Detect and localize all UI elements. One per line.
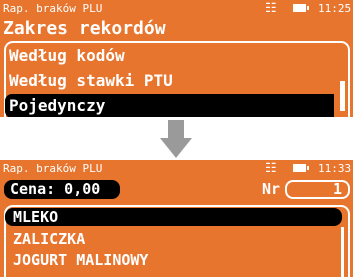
network-icon: ☷	[265, 161, 277, 176]
plu-list-item-mleko[interactable]: MLEKO	[5, 208, 342, 226]
status-bar: Rap. braków PLU ☷ 11:33	[0, 160, 353, 178]
plu-list-item-jogurt[interactable]: JOGURT MALINOWY	[13, 251, 335, 269]
menu-item-by-codes[interactable]: Według kodów	[9, 44, 331, 68]
page-title: Zakres rekordów	[3, 18, 166, 39]
report-screen-single: Rap. braków PLU ☷ 11:33 Cena: 0,00 Nr 1 …	[0, 160, 353, 277]
network-icon: ☷	[265, 1, 277, 16]
menu-scrollbar[interactable]	[340, 53, 345, 117]
down-arrow-icon	[160, 120, 192, 158]
plu-list-scrollbar[interactable]	[341, 227, 344, 277]
plu-list-item-zaliczka[interactable]: ZALICZKA	[13, 230, 335, 248]
battery-icon	[293, 4, 309, 12]
status-title: Rap. braków PLU	[3, 2, 103, 15]
menu-item-single[interactable]: Pojedynczy	[5, 94, 334, 117]
menu-item-by-vat-rate[interactable]: Według stawki PTU	[9, 69, 331, 93]
status-bar: Rap. braków PLU ☷ 11:25	[0, 0, 353, 18]
status-title: Rap. braków PLU	[3, 162, 103, 175]
battery-icon	[293, 164, 309, 172]
scrollbar-thumb[interactable]	[340, 81, 345, 111]
nr-label: Nr	[262, 180, 281, 198]
status-time: 11:25	[318, 2, 352, 15]
price-display: Cena: 0,00	[4, 180, 120, 199]
report-screen-range: Rap. braków PLU ☷ 11:25 Zakres rekordów …	[0, 0, 353, 117]
nr-input[interactable]: 1	[285, 180, 350, 199]
status-time: 11:33	[318, 162, 352, 175]
